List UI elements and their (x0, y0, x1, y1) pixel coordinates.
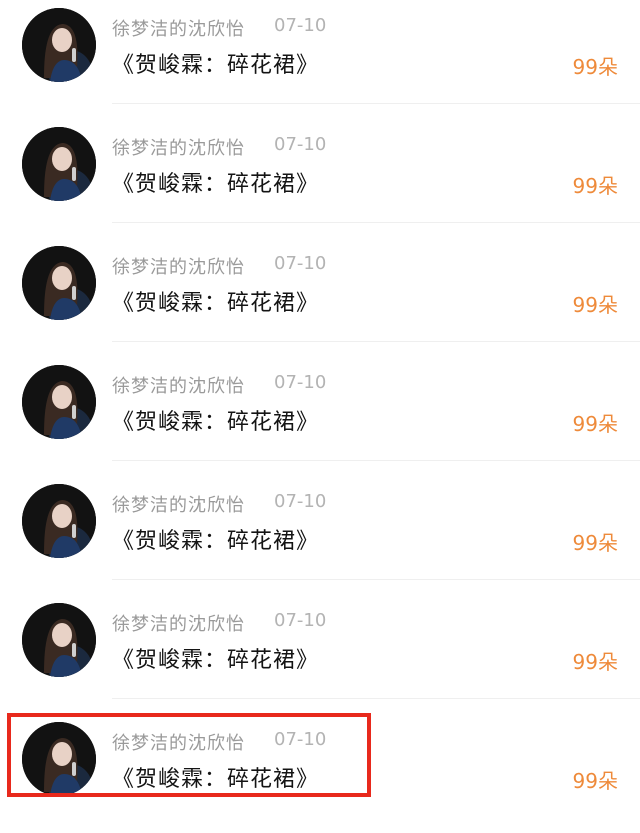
divider (112, 460, 640, 461)
post-title[interactable]: 《贺峻霖：碎花裙》 (112, 642, 319, 674)
avatar-photo-icon (22, 365, 96, 439)
author-name[interactable]: 徐梦洁的沈欣怡 (112, 134, 245, 160)
gift-count: 99朵 (572, 531, 618, 555)
post-title[interactable]: 《贺峻霖：碎花裙》 (112, 47, 319, 79)
gift-count: 99朵 (572, 55, 618, 79)
post-list: 徐梦洁的沈欣怡 07-10 《贺峻霖：碎花裙》 99朵 徐梦洁的沈欣怡 07-1… (0, 0, 640, 813)
post-title[interactable]: 《贺峻霖：碎花裙》 (112, 761, 319, 793)
post-title[interactable]: 《贺峻霖：碎花裙》 (112, 285, 319, 317)
post-date: 07-10 (274, 253, 327, 274)
post-date: 07-10 (274, 610, 327, 631)
avatar[interactable] (22, 722, 96, 796)
post-date: 07-10 (274, 491, 327, 512)
avatar[interactable] (22, 8, 96, 82)
post-date: 07-10 (274, 15, 327, 36)
author-name[interactable]: 徐梦洁的沈欣怡 (112, 491, 245, 517)
avatar[interactable] (22, 365, 96, 439)
avatar-photo-icon (22, 246, 96, 320)
avatar[interactable] (22, 603, 96, 677)
gift-count: 99朵 (572, 650, 618, 674)
list-item[interactable]: 徐梦洁的沈欣怡 07-10 《贺峻霖：碎花裙》 99朵 (0, 238, 640, 357)
list-item[interactable]: 徐梦洁的沈欣怡 07-10 《贺峻霖：碎花裙》 99朵 (0, 714, 640, 833)
gift-count: 99朵 (572, 412, 618, 436)
post-title[interactable]: 《贺峻霖：碎花裙》 (112, 523, 319, 555)
avatar[interactable] (22, 127, 96, 201)
author-name[interactable]: 徐梦洁的沈欣怡 (112, 253, 245, 279)
author-name[interactable]: 徐梦洁的沈欣怡 (112, 610, 245, 636)
avatar[interactable] (22, 246, 96, 320)
avatar-photo-icon (22, 127, 96, 201)
gift-count: 99朵 (572, 769, 618, 793)
author-name[interactable]: 徐梦洁的沈欣怡 (112, 15, 245, 41)
list-item[interactable]: 徐梦洁的沈欣怡 07-10 《贺峻霖：碎花裙》 99朵 (0, 0, 640, 119)
list-item[interactable]: 徐梦洁的沈欣怡 07-10 《贺峻霖：碎花裙》 99朵 (0, 119, 640, 238)
author-name[interactable]: 徐梦洁的沈欣怡 (112, 729, 245, 755)
post-title[interactable]: 《贺峻霖：碎花裙》 (112, 404, 319, 436)
divider (112, 222, 640, 223)
post-date: 07-10 (274, 134, 327, 155)
avatar-photo-icon (22, 603, 96, 677)
avatar[interactable] (22, 484, 96, 558)
list-item[interactable]: 徐梦洁的沈欣怡 07-10 《贺峻霖：碎花裙》 99朵 (0, 595, 640, 714)
author-name[interactable]: 徐梦洁的沈欣怡 (112, 372, 245, 398)
post-date: 07-10 (274, 729, 327, 750)
divider (112, 341, 640, 342)
list-item[interactable]: 徐梦洁的沈欣怡 07-10 《贺峻霖：碎花裙》 99朵 (0, 476, 640, 595)
avatar-photo-icon (22, 8, 96, 82)
avatar-photo-icon (22, 484, 96, 558)
post-title[interactable]: 《贺峻霖：碎花裙》 (112, 166, 319, 198)
gift-count: 99朵 (572, 293, 618, 317)
gift-count: 99朵 (572, 174, 618, 198)
divider (112, 698, 640, 699)
divider (112, 579, 640, 580)
post-date: 07-10 (274, 372, 327, 393)
list-item[interactable]: 徐梦洁的沈欣怡 07-10 《贺峻霖：碎花裙》 99朵 (0, 357, 640, 476)
avatar-photo-icon (22, 722, 96, 796)
divider (112, 103, 640, 104)
